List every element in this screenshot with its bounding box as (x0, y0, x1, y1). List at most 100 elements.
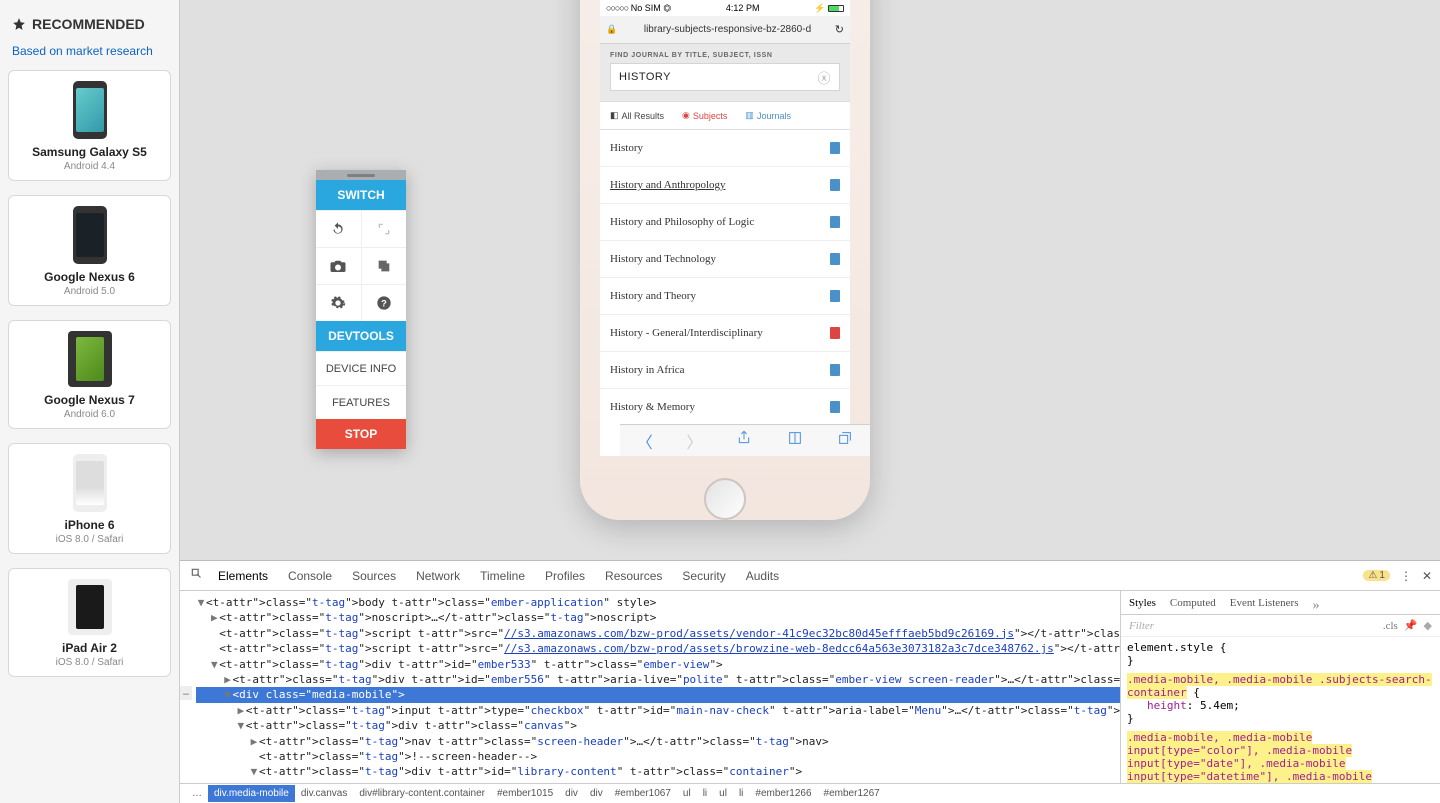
styles-tab-listeners[interactable]: Event Listeners (1230, 597, 1299, 614)
dom-node[interactable]: <t-attr">class="t-tag">script t-attr">sr… (196, 626, 1120, 641)
console-warning-badge[interactable]: ⚠ 1 (1363, 570, 1390, 581)
devtools-button[interactable]: DEVTOOLS (316, 321, 406, 351)
breadcrumb-item[interactable]: ul (713, 785, 733, 802)
styles-tab-computed[interactable]: Computed (1170, 597, 1216, 614)
clear-icon[interactable]: ⓧ (817, 68, 831, 87)
result-row[interactable]: History & Memory (600, 389, 850, 424)
breadcrumb-item[interactable]: div#library-content.container (353, 785, 491, 802)
tab-elements[interactable]: Elements (218, 569, 268, 583)
result-row[interactable]: History and Theory (600, 278, 850, 315)
tab-sources[interactable]: Sources (352, 569, 396, 583)
dom-node[interactable]: ▼<t-attr">class="t-tag">div t-attr">id="… (196, 657, 1120, 672)
devtools-tabs: Elements Console Sources Network Timelin… (180, 561, 1440, 591)
device-thumb (73, 81, 107, 139)
breadcrumb-item[interactable]: #ember1067 (609, 785, 677, 802)
device-info-button[interactable]: DEVICE INFO (316, 351, 406, 385)
sidebar-subtitle[interactable]: Based on market research (8, 40, 171, 70)
breadcrumb-item[interactable]: #ember1015 (491, 785, 559, 802)
elements-tree[interactable]: … ▼<t-attr">class="t-tag">body t-attr">c… (180, 591, 1120, 783)
breadcrumb-item[interactable]: div (559, 785, 584, 802)
dom-node[interactable]: <t-attr">class="t-tag">!--screen-header-… (196, 749, 1120, 764)
breadcrumb-item[interactable]: li (697, 785, 713, 802)
result-row[interactable]: History in Africa (600, 352, 850, 389)
session-control-panel[interactable]: SWITCH ? DEVTOOLS DEVICE INFO FEATURES S… (316, 170, 406, 449)
breadcrumb-item[interactable]: div (584, 785, 609, 802)
status-bar: ○○○○○ No SIM ⏣ 4:12 PM ⚡ (600, 0, 850, 16)
stop-button[interactable]: STOP (316, 419, 406, 449)
close-icon[interactable]: ✕ (1422, 569, 1432, 583)
breadcrumb-item[interactable]: ul (677, 785, 697, 802)
filter-subjects[interactable]: ◉ Subjects (682, 110, 727, 121)
breadcrumb-item[interactable]: div.media-mobile (208, 785, 295, 802)
tab-resources[interactable]: Resources (605, 569, 662, 583)
dom-node[interactable]: ▶<t-attr">class="t-tag">input t-attr">ty… (196, 703, 1120, 718)
tab-timeline[interactable]: Timeline (480, 569, 525, 583)
expand-icon[interactable] (361, 211, 407, 247)
result-row[interactable]: History - General/Interdisciplinary (600, 315, 850, 352)
breadcrumb-item[interactable]: li (733, 785, 749, 802)
drag-handle[interactable] (316, 170, 406, 180)
switch-button[interactable]: SWITCH (316, 180, 406, 210)
result-row[interactable]: History and Anthropology (600, 167, 850, 204)
hover-icon[interactable]: ◆ (1424, 619, 1432, 632)
styles-filter-input[interactable]: Filter (1129, 620, 1383, 632)
inspect-icon[interactable] (190, 567, 204, 584)
device-card-galaxy-s5[interactable]: Samsung Galaxy S5 Android 4.4 (8, 70, 171, 181)
dom-node[interactable]: <t-attr">class="t-tag">script t-attr">sr… (196, 641, 1120, 656)
device-card-iphone-6[interactable]: iPhone 6 iOS 8.0 / Safari (8, 443, 171, 554)
forward-icon: 〉 (686, 429, 702, 453)
breadcrumb-item[interactable]: … (186, 785, 208, 802)
dom-node[interactable]: ▶<t-attr">class="t-tag">noscript>…</t-at… (196, 610, 1120, 625)
search-input[interactable]: HISTORY ⓧ (610, 63, 840, 91)
dom-node[interactable]: ▼<t-attr">class="t-tag">body t-attr">cla… (196, 595, 1120, 610)
breadcrumb-item[interactable]: div.canvas (295, 785, 354, 802)
home-button[interactable] (704, 478, 746, 520)
kebab-icon[interactable]: ⋮ (1400, 569, 1412, 583)
result-row[interactable]: History and Technology (600, 241, 850, 278)
bookmarks-icon[interactable] (786, 430, 804, 451)
css-rules[interactable]: element.style { } .media-mobile, .media-… (1121, 637, 1440, 783)
breadcrumb-item[interactable]: #ember1266 (749, 785, 817, 802)
gutter-more-icon[interactable]: … (180, 686, 192, 700)
phone-webview[interactable]: FIND JOURNAL BY TITLE, SUBJECT, ISSN HIS… (600, 44, 850, 424)
camera-icon[interactable] (316, 248, 361, 284)
dom-node[interactable]: ▼<t-attr">class="t-tag">div t-attr">id="… (196, 764, 1120, 779)
result-row[interactable]: History (600, 130, 850, 167)
styles-tab-styles[interactable]: Styles (1129, 597, 1156, 614)
dom-node[interactable]: ▶<t-attr">class="t-tag">nav t-attr">clas… (196, 734, 1120, 749)
filter-journals[interactable]: ▥ Journals (745, 110, 791, 121)
device-card-nexus-6[interactable]: Google Nexus 6 Android 5.0 (8, 195, 171, 306)
phone-screen[interactable]: ○○○○○ No SIM ⏣ 4:12 PM ⚡ 🔒 library-subje… (600, 0, 850, 456)
dom-node[interactable]: ▶<t-attr">class="t-tag">div t-attr">id="… (196, 672, 1120, 687)
more-icon[interactable]: » (1312, 598, 1319, 614)
share-icon[interactable] (736, 430, 752, 451)
tabs-icon[interactable] (837, 430, 853, 451)
cls-toggle[interactable]: .cls (1383, 620, 1398, 632)
back-icon[interactable]: 〈 (637, 429, 653, 453)
features-button[interactable]: FEATURES (316, 385, 406, 419)
breadcrumb-item[interactable]: #ember1267 (818, 785, 886, 802)
gear-icon[interactable] (316, 285, 361, 321)
result-row[interactable]: History and Philosophy of Logic (600, 204, 850, 241)
element-style-rule: element.style { (1127, 641, 1226, 654)
reload-icon[interactable]: ↻ (835, 23, 844, 36)
tab-audits[interactable]: Audits (746, 569, 779, 583)
safari-url-bar[interactable]: 🔒 library-subjects-responsive-bz-2860-d … (600, 16, 850, 44)
stack-icon[interactable] (361, 248, 407, 284)
result-badge-icon (830, 401, 840, 413)
pin-icon[interactable]: 📌 (1404, 619, 1418, 632)
safari-toolbar: 〈 〉 (620, 424, 870, 456)
tab-console[interactable]: Console (288, 569, 332, 583)
reload-icon[interactable] (316, 211, 361, 247)
element-breadcrumb[interactable]: …div.media-mobilediv.canvasdiv#library-c… (180, 783, 1440, 803)
tab-network[interactable]: Network (416, 569, 460, 583)
device-card-ipad-air-2[interactable]: iPad Air 2 iOS 8.0 / Safari (8, 568, 171, 677)
tab-security[interactable]: Security (682, 569, 725, 583)
filter-all[interactable]: ◧ All Results (610, 110, 664, 121)
device-card-nexus-7[interactable]: Google Nexus 7 Android 6.0 (8, 320, 171, 429)
help-icon[interactable]: ? (361, 285, 407, 321)
dom-node[interactable]: ▼<div class="media-mobile"> (196, 687, 1120, 702)
tab-profiles[interactable]: Profiles (545, 569, 585, 583)
dom-node[interactable]: ▼<t-attr">class="t-tag">div t-attr">clas… (196, 718, 1120, 733)
dom-node[interactable]: ▼<t-attr">class="t-tag">div t-attr">id="… (196, 780, 1120, 783)
